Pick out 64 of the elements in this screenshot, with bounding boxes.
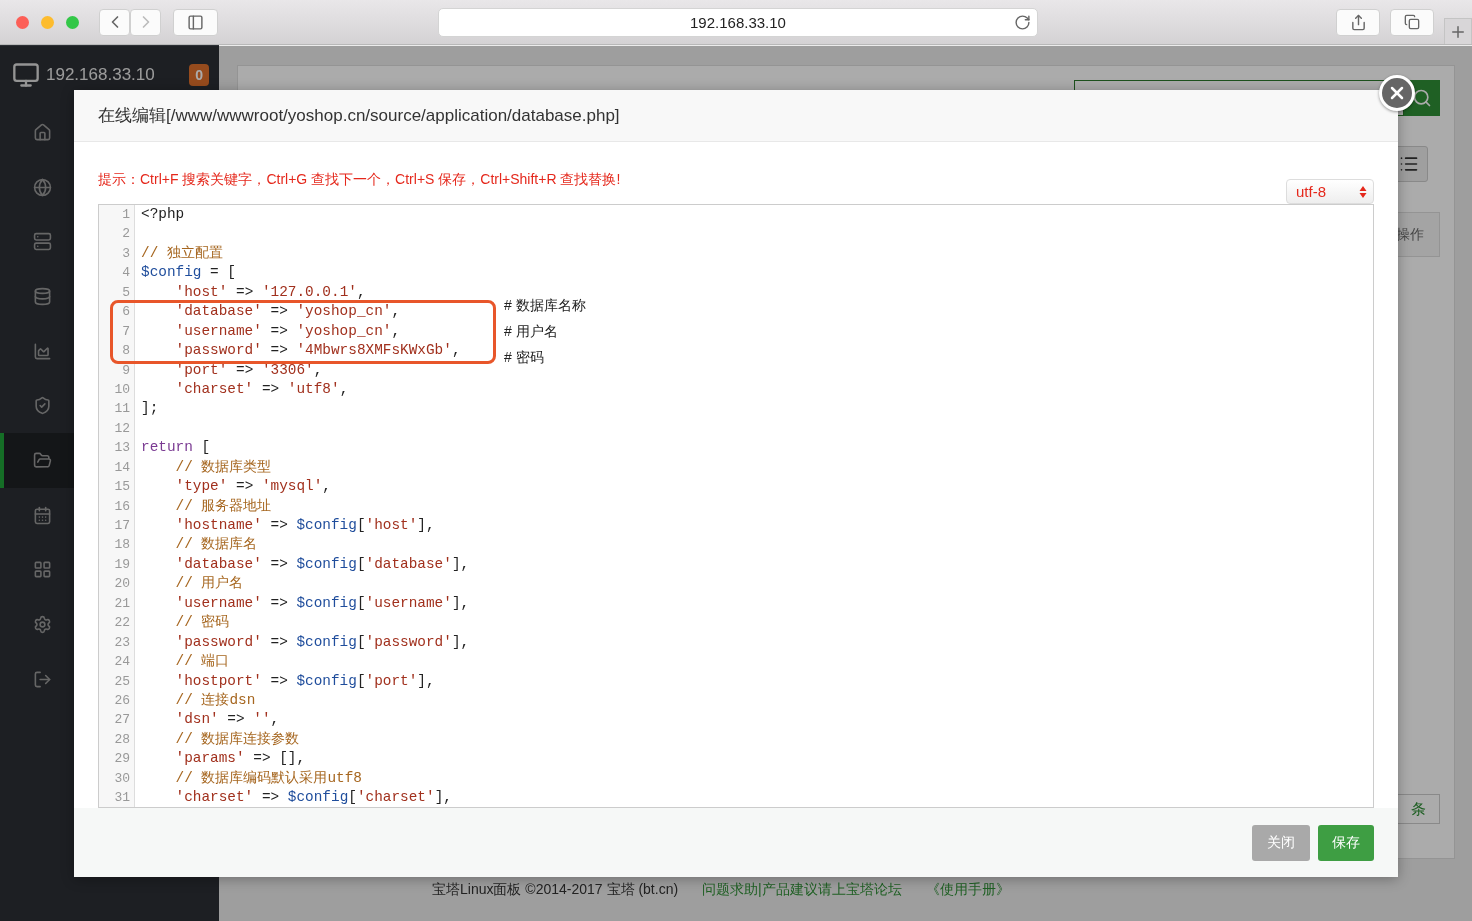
annotation-note: # 数据库名称 bbox=[504, 296, 586, 315]
line-number: 2 bbox=[99, 224, 135, 244]
code-line: return [ bbox=[140, 438, 211, 458]
code-line: <?php bbox=[140, 205, 185, 224]
line-number: 16 bbox=[99, 496, 135, 516]
line-number: 8 bbox=[99, 341, 135, 361]
line-number: 20 bbox=[99, 574, 135, 594]
code-line: 'password' => $config['password'], bbox=[174, 632, 470, 652]
code-line: // 服务器地址 bbox=[174, 496, 272, 516]
code-line: // 用户名 bbox=[174, 574, 244, 594]
code-line: $config = [ bbox=[140, 263, 236, 283]
line-number: 22 bbox=[99, 613, 135, 633]
code-line: // 数据库编码默认采用utf8 bbox=[174, 768, 362, 788]
code-line: 'hostport' => $config['port'], bbox=[174, 671, 435, 691]
code-line: 'charset' => 'utf8', bbox=[174, 379, 349, 399]
line-number: 19 bbox=[99, 554, 135, 575]
dialog-title: 在线编辑[/www/wwwroot/yoshop.cn/source/application/database.php] bbox=[98, 105, 620, 127]
message-count: 0 bbox=[189, 64, 209, 86]
line-number: 3 bbox=[99, 243, 135, 264]
line-number: 11 bbox=[99, 399, 135, 419]
line-number: 30 bbox=[99, 768, 135, 789]
code-line: 'params' => [], bbox=[174, 749, 306, 769]
code-line: // 数据库类型 bbox=[174, 457, 272, 477]
code-line: 'type' => 'mysql', bbox=[174, 477, 331, 497]
code-line: 'dsn' => '', bbox=[174, 710, 280, 730]
line-number: 29 bbox=[99, 749, 135, 769]
line-number: 13 bbox=[99, 438, 135, 458]
annotation-note: # 密码 bbox=[504, 348, 545, 367]
code-line: 'port' => '3306', bbox=[174, 360, 323, 380]
line-number: 17 bbox=[99, 516, 135, 536]
host-name: 192.168.33.10 bbox=[46, 65, 156, 85]
code-line: 'host' => '127.0.0.1', bbox=[174, 282, 366, 302]
code-line: 'username' => $config['username'], bbox=[174, 593, 470, 613]
shortcut-hint: 提示：Ctrl+F 搜索关键字，Ctrl+G 查找下一个，Ctrl+S 保存，Ctrl+Shift+R 查找替换! bbox=[98, 171, 621, 189]
code-line: // 独立配置 bbox=[140, 243, 223, 263]
line-number: 26 bbox=[99, 690, 135, 711]
code-line: 'password' => '4Mbwrs8XMFsKWxGb', bbox=[174, 341, 461, 361]
code-line: 'charset' => $config['charset'], bbox=[174, 788, 452, 807]
line-number: 14 bbox=[99, 457, 135, 478]
line-number: 18 bbox=[99, 535, 135, 555]
code-line: // 端口 bbox=[174, 652, 230, 672]
code-line: 'username' => 'yoshop_cn', bbox=[174, 321, 401, 341]
line-number: 31 bbox=[99, 788, 135, 807]
code-line: // 密码 bbox=[174, 613, 230, 633]
line-number: 10 bbox=[99, 379, 135, 400]
line-number: 12 bbox=[99, 418, 135, 439]
code-line: 'hostname' => $config['host'], bbox=[174, 516, 435, 535]
code-line: // 连接dsn bbox=[174, 690, 256, 710]
annotation-note: # 用户名 bbox=[504, 322, 559, 341]
line-number: 21 bbox=[99, 593, 135, 614]
line-number: 24 bbox=[99, 652, 135, 672]
code-line: 'database' => 'yoshop_cn', bbox=[174, 302, 401, 322]
code-line: // 数据库名 bbox=[174, 535, 258, 555]
line-number: 1 bbox=[99, 205, 135, 225]
line-number: 23 bbox=[99, 632, 135, 653]
line-number: 25 bbox=[99, 671, 135, 691]
line-number: 28 bbox=[99, 729, 135, 750]
line-number: 4 bbox=[99, 263, 135, 283]
copyright-text: 宝塔Linux面板 ©2014-2017 宝塔 (bt.cn) bbox=[432, 881, 679, 899]
code-line: 'database' => $config['database'], bbox=[174, 554, 470, 574]
code-line: // 数据库连接参数 bbox=[174, 729, 300, 749]
line-number: 27 bbox=[99, 710, 135, 730]
line-number: 15 bbox=[99, 477, 135, 497]
code-line: ]; bbox=[140, 399, 159, 419]
